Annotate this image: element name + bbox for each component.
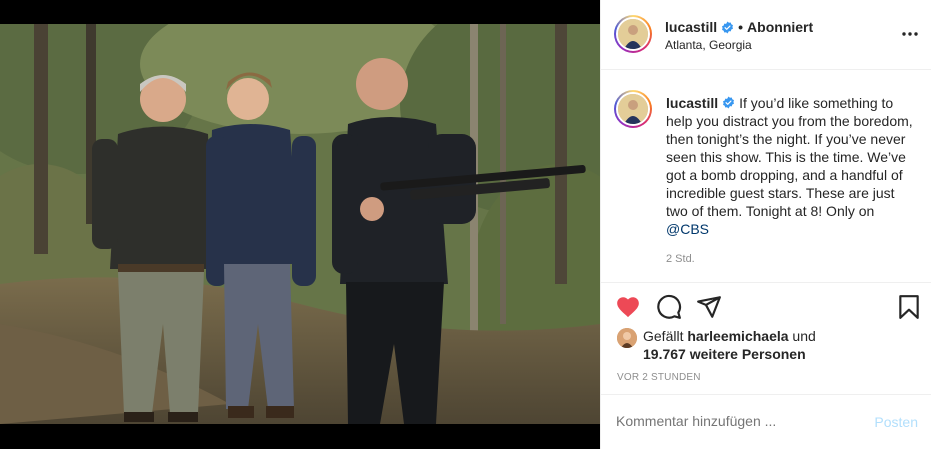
post-timestamp[interactable]: VOR 2 STUNDEN (617, 372, 701, 383)
likes-summary: Gefällt harleemichaela und 19.767 weiter… (617, 327, 816, 363)
author-avatar[interactable] (614, 15, 652, 53)
caption-avatar-image (616, 92, 650, 126)
heart-icon[interactable] (615, 294, 641, 320)
author-avatar-image (616, 17, 650, 51)
post-header: lucastill • Abonniert Atlanta, Georgia (601, 0, 931, 70)
likes-count-link[interactable]: 19.767 weitere Personen (643, 346, 806, 362)
liker-username[interactable]: harleemichaela (687, 328, 788, 344)
comment-bar: Posten (601, 394, 931, 449)
more-options-icon[interactable] (900, 24, 920, 44)
post-comment-button[interactable]: Posten (874, 414, 918, 430)
post-side-panel: lucastill • Abonniert Atlanta, Georgia l… (600, 0, 931, 449)
caption-username[interactable]: lucastill (666, 95, 718, 111)
post-caption: lucastill If you’d like something to help… (666, 94, 916, 238)
caption-area: lucastill If you’d like something to help… (601, 71, 931, 282)
verified-badge-icon (722, 95, 735, 109)
likes-text: Gefällt harleemichaela und 19.767 weiter… (643, 327, 816, 363)
caption-text: If you’d like something to help you dist… (666, 95, 913, 219)
bookmark-icon[interactable] (896, 294, 922, 320)
liker-avatar[interactable] (617, 328, 637, 348)
verified-badge-icon (721, 21, 734, 34)
likes-connector: und (792, 328, 816, 344)
author-username[interactable]: lucastill (665, 19, 717, 35)
likes-prefix: Gefällt (643, 328, 684, 344)
caption-time: 2 Std. (666, 253, 695, 265)
follow-status-button[interactable]: Abonniert (747, 19, 813, 35)
speech-bubble-icon[interactable] (656, 294, 682, 320)
post-actions: Gefällt harleemichaela und 19.767 weiter… (601, 282, 931, 394)
comment-input[interactable] (616, 413, 846, 429)
post-photo[interactable] (0, 24, 600, 424)
photo-illustration (0, 24, 600, 424)
photo-panel (0, 0, 600, 449)
header-line: lucastill • Abonniert (665, 19, 813, 35)
header-separator: • (738, 19, 744, 35)
paper-plane-icon[interactable] (696, 294, 722, 320)
post-location[interactable]: Atlanta, Georgia (665, 38, 752, 52)
caption-mention-link[interactable]: @CBS (666, 221, 709, 237)
caption-avatar[interactable] (614, 90, 652, 128)
